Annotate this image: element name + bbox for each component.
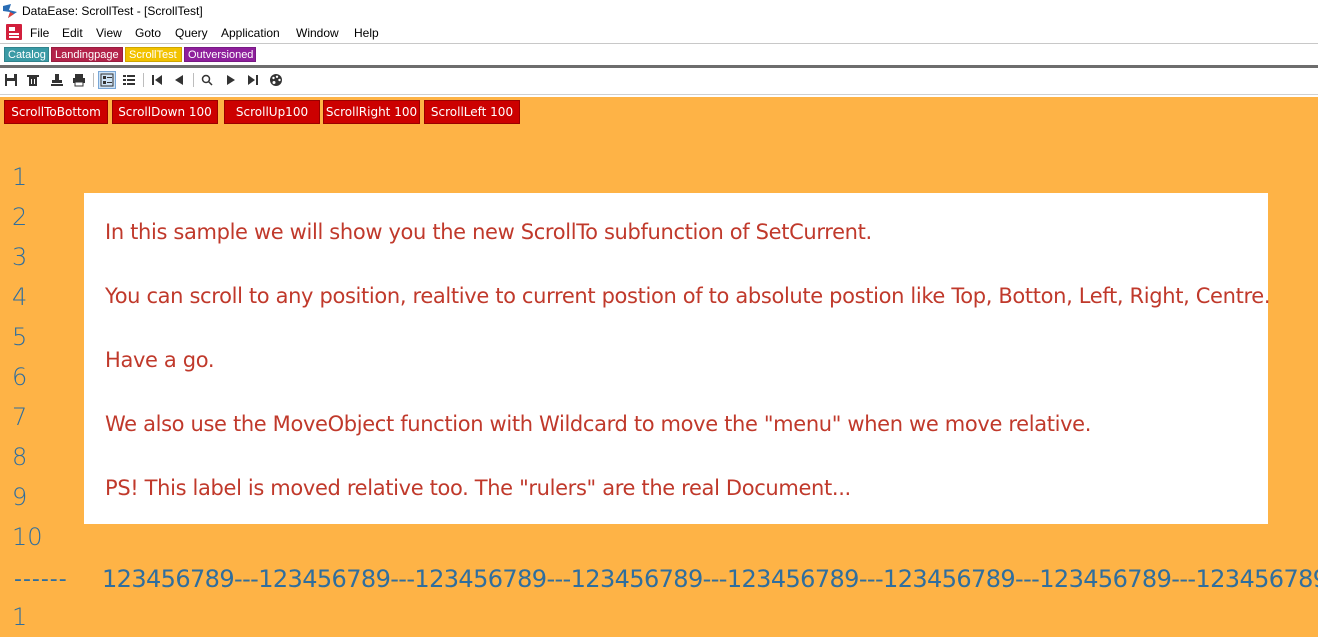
search-icon[interactable] [199, 72, 215, 88]
save-icon[interactable] [3, 72, 19, 88]
ruler-dash: ------ [14, 567, 68, 592]
previous-record-icon[interactable] [171, 72, 187, 88]
info-label: In this sample we will show you the new … [84, 193, 1271, 524]
first-record-icon[interactable] [149, 72, 165, 88]
menu-query[interactable]: Query [175, 26, 208, 40]
scroll-right-button[interactable]: ScrollRight 100 [323, 100, 420, 124]
menu-goto[interactable]: Goto [135, 26, 161, 40]
horizontal-ruler: 123456789---123456789---123456789---1234… [102, 565, 1318, 593]
ruler-row-number: 4 [12, 283, 28, 311]
ruler-row-number: 1 [12, 163, 28, 191]
info-line: You can scroll to any position, realtive… [105, 284, 1271, 308]
ruler-row-number: 3 [12, 243, 28, 271]
tab-landingpage[interactable]: Landingpage [51, 47, 123, 62]
info-line: Have a go. [105, 348, 215, 372]
ruler-row-number: 5 [12, 323, 28, 351]
document-icon[interactable] [6, 24, 22, 40]
menu-window[interactable]: Window [296, 26, 339, 40]
print-icon[interactable] [71, 72, 87, 88]
menu-application[interactable]: Application [221, 26, 280, 40]
scroll-up-button[interactable]: ScrollUp100 [224, 100, 320, 124]
title-bar: DataEase: ScrollTest - [ScrollTest] [0, 0, 1318, 22]
tab-catalog[interactable]: Catalog [4, 47, 49, 62]
menu-edit[interactable]: Edit [62, 26, 83, 40]
tab-scrolltest[interactable]: ScrollTest [125, 47, 182, 62]
document-tabs: Catalog Landingpage ScrollTest Outversio… [0, 43, 1318, 64]
last-record-icon[interactable] [245, 72, 261, 88]
info-line: In this sample we will show you the new … [105, 220, 872, 244]
menu-view[interactable]: View [96, 26, 122, 40]
form-view-icon[interactable] [98, 71, 116, 89]
toolbar-separator [93, 73, 94, 87]
ruler-row-number: 9 [12, 483, 28, 511]
stamp-icon[interactable] [49, 72, 65, 88]
menu-bar: File Edit View Goto Query Application Wi… [0, 22, 1318, 42]
toolbar-separator [143, 73, 144, 87]
menu-file[interactable]: File [30, 26, 49, 40]
table-view-icon[interactable] [121, 72, 137, 88]
ruler-row-number: 6 [12, 363, 28, 391]
ruler-row-number: 10 [12, 523, 43, 551]
toolbar-separator [193, 73, 194, 87]
delete-icon[interactable] [25, 72, 41, 88]
toolbar [0, 68, 1318, 95]
tab-outversioned[interactable]: Outversioned [184, 47, 256, 62]
window-title: DataEase: ScrollTest - [ScrollTest] [22, 4, 203, 18]
menu-help[interactable]: Help [354, 26, 379, 40]
ruler-row-number: 8 [12, 443, 28, 471]
ruler-row-number: 1 [12, 603, 28, 631]
ruler-row-number: 7 [12, 403, 28, 431]
app-logo-icon [2, 3, 18, 19]
scroll-left-button[interactable]: ScrollLeft 100 [424, 100, 520, 124]
scroll-down-button[interactable]: ScrollDown 100 [112, 100, 218, 124]
scroll-to-bottom-button[interactable]: ScrollToBottom [4, 100, 108, 124]
document-canvas[interactable]: ScrollToBottom ScrollDown 100 ScrollUp10… [0, 97, 1318, 637]
info-line: PS! This label is moved relative too. Th… [105, 476, 851, 500]
palette-icon[interactable] [268, 72, 284, 88]
info-line: We also use the MoveObject function with… [105, 412, 1092, 436]
ruler-row-number: 2 [12, 203, 28, 231]
next-record-icon[interactable] [223, 72, 239, 88]
